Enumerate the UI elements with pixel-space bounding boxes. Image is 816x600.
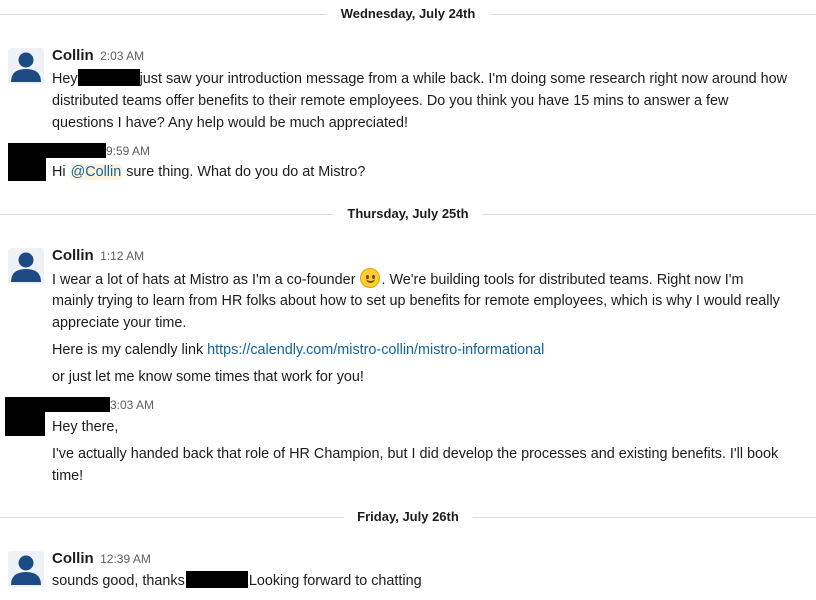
slightly-smiling-face-icon[interactable] — [360, 268, 381, 288]
date-label[interactable]: Wednesday, July 24th — [326, 5, 490, 23]
author-name[interactable]: Collin — [52, 247, 94, 264]
redacted-author-name — [45, 397, 110, 412]
timestamp[interactable]: 9:59 AM — [106, 144, 150, 158]
message-text: just saw your introduction message from … — [139, 71, 788, 87]
date-label[interactable]: Friday, July 26th — [343, 508, 473, 526]
person-silhouette-icon — [11, 252, 41, 282]
redacted-avatar — [5, 397, 45, 436]
message-line: time! — [52, 468, 84, 484]
message-line: Hi @Collin sure thing. What do you do at… — [52, 161, 365, 183]
message-text: Looking forward to chatting — [248, 573, 422, 589]
message-line: sounds good, thanks Looking forward to ch… — [52, 570, 422, 592]
message-text: Hi — [52, 164, 66, 180]
avatar[interactable] — [8, 248, 44, 284]
author-name[interactable]: Collin — [52, 550, 94, 567]
redacted-avatar — [8, 143, 46, 181]
person-silhouette-icon — [11, 52, 41, 82]
message-line: I've actually handed back that role of H… — [52, 446, 779, 462]
date-label[interactable]: Thursday, July 25th — [333, 205, 483, 223]
message-line: or just let me know some times that work… — [52, 369, 364, 385]
day-divider-july-25: Thursday, July 25th — [0, 204, 816, 224]
person-silhouette-icon — [11, 555, 41, 585]
author-name[interactable]: Collin — [52, 47, 94, 64]
message-line: I wear a lot of hats at Mistro as I'm a … — [52, 268, 743, 291]
avatar[interactable] — [8, 48, 44, 84]
message-line: questions I have? Any help would be much… — [52, 115, 409, 131]
redaction-box — [77, 69, 140, 86]
message-text: sounds good, thanks — [52, 573, 185, 589]
message-text: Hey — [52, 71, 78, 87]
message-text: . We're building tools for distributed t… — [381, 272, 744, 288]
message-line: mainly trying to learn from HR folks abo… — [52, 293, 780, 309]
message-text: Here is my calendly link — [52, 342, 204, 358]
message-line: Hey just saw your introduction message fr… — [52, 68, 787, 90]
message-line: Hey there, — [52, 419, 119, 435]
redacted-author-name — [46, 143, 106, 158]
timestamp[interactable]: 2:03 AM — [100, 49, 144, 63]
redaction-box — [185, 571, 248, 588]
message-line: distributed teams offer benefits to thei… — [52, 93, 729, 109]
message-text: I wear a lot of hats at Mistro as I'm a … — [52, 272, 356, 288]
day-divider-july-26: Friday, July 26th — [0, 507, 816, 527]
message-line: appreciate your time. — [52, 315, 187, 331]
timestamp[interactable]: 1:12 AM — [100, 249, 144, 263]
message-line: Here is my calendly link https://calendl… — [52, 339, 544, 361]
message-header: Collin 2:03 AM — [52, 47, 144, 65]
timestamp[interactable]: 3:03 AM — [110, 398, 154, 412]
message-text: sure thing. What do you do at Mistro? — [126, 164, 366, 180]
calendly-link[interactable]: https://calendly.com/mistro-collin/mistr… — [207, 342, 544, 358]
avatar[interactable] — [8, 551, 44, 587]
message-header: Collin 12:39 AM — [52, 550, 151, 568]
message-header: Collin 1:12 AM — [52, 247, 144, 265]
user-mention[interactable]: @Collin — [69, 164, 123, 180]
day-divider-july-24: Wednesday, July 24th — [0, 4, 816, 24]
timestamp[interactable]: 12:39 AM — [100, 552, 151, 566]
